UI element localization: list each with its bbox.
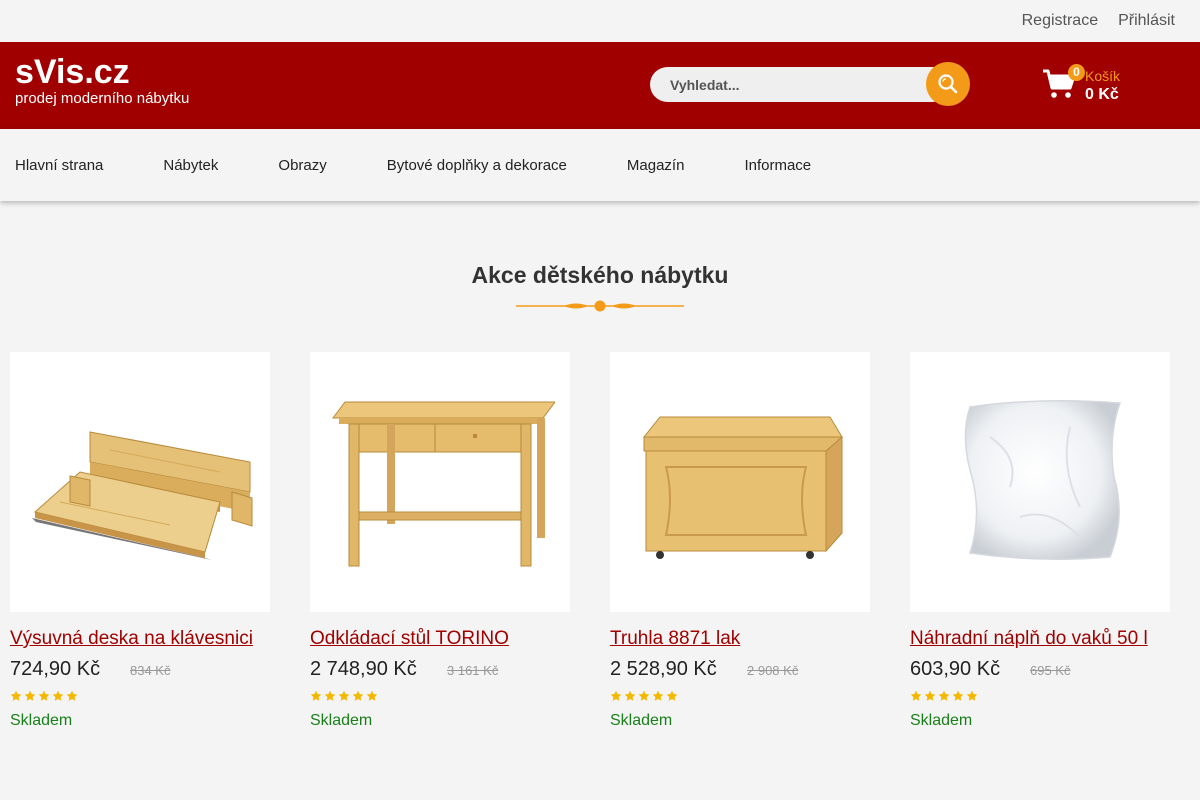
product-old-price: 2 908 Kč bbox=[747, 663, 799, 678]
star-icon bbox=[366, 690, 378, 701]
keyboard-tray-image bbox=[32, 431, 253, 560]
stock-status: Skladem bbox=[10, 712, 73, 729]
star-icon bbox=[310, 690, 322, 701]
search-icon bbox=[938, 74, 958, 94]
rating-stars bbox=[910, 690, 1170, 704]
logo[interactable]: sVis.cz prodej moderního nábytku bbox=[15, 53, 189, 107]
product-image-chest[interactable] bbox=[610, 352, 870, 612]
stock-status: Skladem bbox=[910, 712, 973, 729]
register-link[interactable]: Registrace bbox=[1022, 12, 1098, 30]
product-price: 603,90 Kč bbox=[910, 658, 1001, 680]
search-button[interactable] bbox=[926, 62, 970, 106]
star-icon bbox=[624, 690, 636, 701]
top-bar: Registrace Přihlásit bbox=[0, 0, 1200, 42]
section-title: Akce dětského nábytku bbox=[471, 262, 729, 288]
product-price: 2 748,90 Kč bbox=[310, 658, 417, 680]
price-row: 2 748,90 Kč 3 161 Kč bbox=[310, 658, 570, 682]
product-grid: Výsuvná deska na klávesnici 724,90 Kč 83… bbox=[10, 352, 1170, 730]
star-icon bbox=[638, 690, 650, 701]
nav-item-pictures[interactable]: Obrazy bbox=[278, 157, 326, 174]
filling-bag-image bbox=[964, 400, 1122, 560]
rating-stars bbox=[610, 690, 870, 704]
nav-item-magazine[interactable]: Magazín bbox=[627, 157, 685, 174]
price-row: 724,90 Kč 834 Kč bbox=[10, 658, 270, 682]
product-price: 724,90 Kč bbox=[10, 658, 101, 680]
product-image-keyboard-tray[interactable] bbox=[10, 352, 270, 612]
star-icon bbox=[952, 690, 964, 701]
header: sVis.cz prodej moderního nábytku 0 Košík… bbox=[0, 42, 1200, 129]
product-old-price: 695 Kč bbox=[1030, 663, 1071, 678]
star-icon bbox=[610, 690, 622, 701]
star-icon bbox=[24, 690, 36, 701]
search-box bbox=[650, 67, 950, 102]
nav-item-info[interactable]: Informace bbox=[744, 157, 811, 174]
cart-label: Košík bbox=[1085, 68, 1121, 84]
star-icon bbox=[352, 690, 364, 701]
cart[interactable]: 0 Košík 0 Kč bbox=[1042, 64, 1182, 114]
product-card: Výsuvná deska na klávesnici 724,90 Kč 83… bbox=[10, 352, 270, 730]
product-old-price: 834 Kč bbox=[130, 663, 171, 678]
product-old-price: 3 161 Kč bbox=[447, 663, 499, 678]
star-icon bbox=[966, 690, 978, 701]
product-card: Truhla 8871 lak 2 528,90 Kč 2 908 Kč Skl… bbox=[610, 352, 870, 730]
rating-stars bbox=[10, 690, 270, 704]
stock-status: Skladem bbox=[610, 712, 673, 729]
cart-count-badge: 0 bbox=[1068, 64, 1085, 81]
rating-stars bbox=[310, 690, 570, 704]
star-icon bbox=[924, 690, 936, 701]
price-row: 2 528,90 Kč 2 908 Kč bbox=[610, 658, 870, 682]
product-name[interactable]: Náhradní náplň do vaků 50 l bbox=[910, 628, 1170, 650]
stock-status: Skladem bbox=[310, 712, 373, 729]
nav-item-home[interactable]: Hlavní strana bbox=[15, 157, 103, 174]
star-icon bbox=[38, 690, 50, 701]
product-name[interactable]: Odkládací stůl TORINO bbox=[310, 628, 570, 650]
desk-image bbox=[332, 401, 555, 567]
product-name[interactable]: Výsuvná deska na klávesnici bbox=[10, 628, 270, 650]
logo-title: sVis.cz bbox=[15, 53, 130, 91]
star-icon bbox=[10, 690, 22, 701]
product-image-desk[interactable] bbox=[310, 352, 570, 612]
star-icon bbox=[66, 690, 78, 701]
product-image-filling-bag[interactable] bbox=[910, 352, 1170, 612]
star-icon bbox=[666, 690, 678, 701]
star-icon bbox=[324, 690, 336, 701]
product-card: Odkládací stůl TORINO 2 748,90 Kč 3 161 … bbox=[310, 352, 570, 730]
nav-item-furniture[interactable]: Nábytek bbox=[163, 157, 218, 174]
cart-total: 0 Kč bbox=[1085, 86, 1119, 103]
star-icon bbox=[52, 690, 64, 701]
logo-subtitle: prodej moderního nábytku bbox=[15, 90, 190, 107]
product-card: Náhradní náplň do vaků 50 l 603,90 Kč 69… bbox=[910, 352, 1170, 730]
product-name[interactable]: Truhla 8871 lak bbox=[610, 628, 870, 650]
ornament-divider bbox=[516, 300, 684, 312]
login-link[interactable]: Přihlásit bbox=[1118, 12, 1175, 30]
star-icon bbox=[338, 690, 350, 701]
product-price: 2 528,90 Kč bbox=[610, 658, 717, 680]
price-row: 603,90 Kč 695 Kč bbox=[910, 658, 1170, 682]
star-icon bbox=[910, 690, 922, 701]
star-icon bbox=[938, 690, 950, 701]
search-input[interactable] bbox=[650, 67, 920, 102]
nav-item-decor[interactable]: Bytové doplňky a dekorace bbox=[387, 157, 567, 174]
chest-image bbox=[642, 416, 843, 559]
star-icon bbox=[652, 690, 664, 701]
main-nav: Hlavní strana Nábytek Obrazy Bytové dopl… bbox=[0, 129, 1200, 201]
